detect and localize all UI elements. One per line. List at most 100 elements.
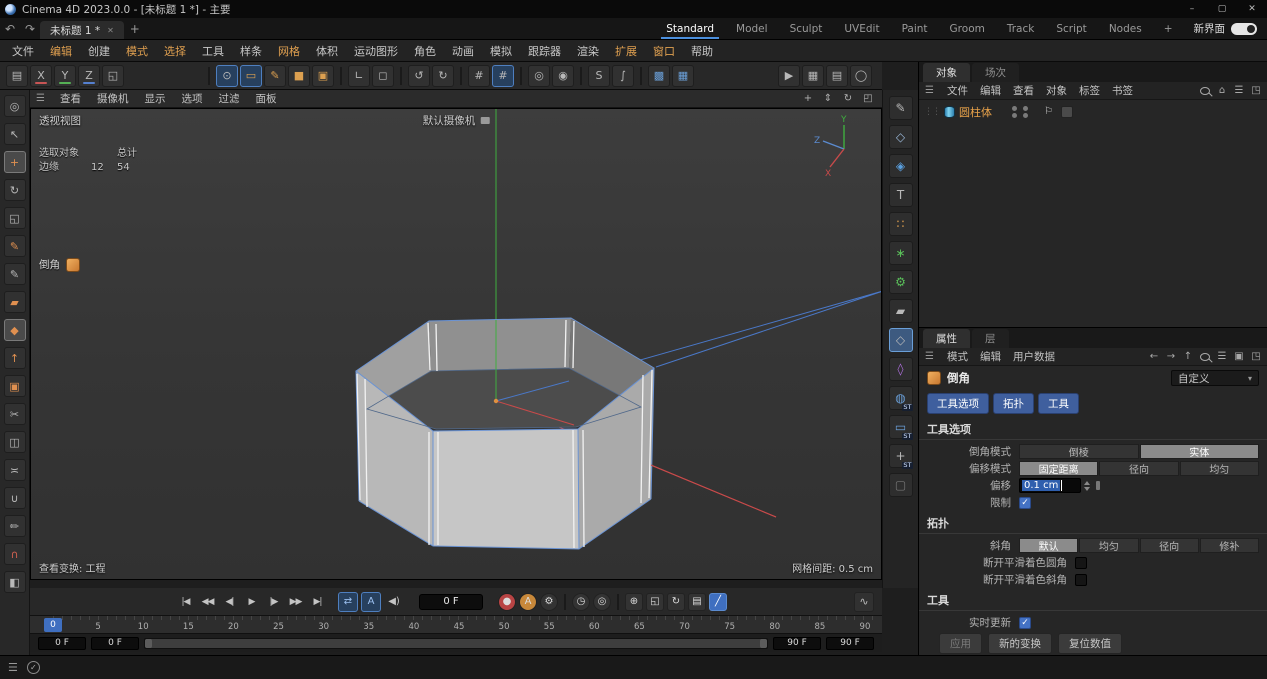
target-icon[interactable]: ◎ [528, 65, 550, 87]
layout-tab-paint[interactable]: Paint [891, 18, 939, 39]
am-filter-icon[interactable]: ☰ [1217, 351, 1227, 362]
scale-tool-icon[interactable]: ◱ [4, 207, 26, 229]
rotate-tool-icon[interactable]: ↻ [4, 179, 26, 201]
record-position-button[interactable]: ⊕ [625, 593, 643, 611]
play-button[interactable]: ▶ [242, 592, 261, 612]
axis-z-button[interactable]: Z [78, 65, 100, 87]
category-tool-button[interactable]: 工具 [1038, 393, 1079, 414]
clone-cubes-icon[interactable]: ▣ [312, 65, 334, 87]
target-dot-icon[interactable]: ◉ [552, 65, 574, 87]
om-home-icon[interactable]: ⌂ [1217, 85, 1227, 96]
menu-character[interactable]: 角色 [406, 43, 444, 59]
viewport-menu-display[interactable]: 显示 [137, 91, 174, 106]
menu-spline[interactable]: 样条 [232, 43, 270, 59]
live-selection-icon[interactable]: ↖ [4, 123, 26, 145]
move-tool-icon[interactable]: + [4, 151, 26, 173]
menu-render[interactable]: 渲染 [569, 43, 607, 59]
menu-help[interactable]: 帮助 [683, 43, 721, 59]
am-search-icon[interactable] [1200, 353, 1210, 361]
realtime-update-checkbox[interactable]: ✓ [1019, 617, 1031, 629]
document-tab[interactable]: 未标题 1 * ✕ [40, 21, 124, 39]
undo-button[interactable]: ↶ [0, 18, 20, 39]
mograph-icon[interactable]: ∗ [889, 241, 913, 265]
layout-tab-standard[interactable]: Standard [655, 18, 725, 39]
record-rotation-button[interactable]: ↻ [667, 593, 685, 611]
axis-workplane-icon[interactable]: ◊ [889, 357, 913, 381]
magnet-icon[interactable]: ∩ [4, 543, 26, 565]
offset-mode-fixed[interactable]: 固定距离 [1019, 461, 1098, 476]
loop-cut-icon[interactable]: ◫ [4, 431, 26, 453]
layout-tab-add[interactable]: + [1153, 18, 1184, 39]
editor-visibility-dots[interactable] [1012, 106, 1017, 118]
mirror-icon[interactable]: ◧ [4, 571, 26, 593]
reset-values-button[interactable]: 复位数值 [1058, 633, 1122, 654]
view-label[interactable]: 透视视图 [39, 113, 81, 128]
viewport-menu-view[interactable]: 查看 [52, 91, 89, 106]
minimize-button[interactable]: – [1177, 0, 1207, 18]
status-menu-icon[interactable]: ☰ [8, 661, 18, 674]
render-settings-icon[interactable]: ◯ [850, 65, 872, 87]
simulation-gear-icon[interactable]: ⚙ [889, 270, 913, 294]
om-menu-bookmarks[interactable]: 书签 [1106, 83, 1139, 98]
render-visibility-dots[interactable] [1023, 106, 1028, 118]
redo-button[interactable]: ↷ [20, 18, 40, 39]
spline-smooth-icon[interactable]: S [588, 65, 610, 87]
record-scale-button[interactable]: ◱ [646, 593, 664, 611]
goto-start-button[interactable]: |◀ [176, 592, 195, 612]
slider-handle[interactable] [1096, 481, 1100, 490]
object-tree[interactable]: ⋮⋮ 圆柱体 ⚐ [919, 100, 1267, 327]
viewport-menu-panel[interactable]: 面板 [248, 91, 285, 106]
viewport-menu-options[interactable]: 选项 [174, 91, 211, 106]
am-menu-userdata[interactable]: 用户数据 [1007, 349, 1061, 364]
toolbar-icon[interactable] [340, 67, 342, 85]
prev-key-button[interactable]: ◀◀ [198, 592, 217, 612]
brush-icon[interactable]: ✏ [4, 515, 26, 537]
axis-y-button[interactable]: Y [54, 65, 76, 87]
timeline-ruler[interactable]: 051015202530354045505560657075808590 0 [30, 616, 882, 634]
current-frame-field[interactable]: 0 F [419, 594, 483, 610]
make-editable-icon[interactable]: ✎ [889, 96, 913, 120]
menu-tools[interactable]: 工具 [194, 43, 232, 59]
workplane-icon[interactable]: ◻ [372, 65, 394, 87]
cube-primitive-icon[interactable]: ■ [288, 65, 310, 87]
am-lock-icon[interactable]: ▣ [1234, 351, 1244, 362]
axis-x-button[interactable]: X [30, 65, 52, 87]
render-picture-viewer-icon[interactable]: ▦ [802, 65, 824, 87]
preset-dropdown[interactable]: 自定义 ▾ [1171, 370, 1259, 386]
layout-tab-groom[interactable]: Groom [939, 18, 996, 39]
snap-axis-icon[interactable]: + ST [889, 444, 913, 468]
next-frame-button[interactable]: |▶ [264, 592, 283, 612]
autokey-mini-toggle[interactable]: A [361, 592, 381, 612]
time-mode-button[interactable]: ◷ [572, 593, 590, 611]
offset-mode-radial[interactable]: 径向 [1099, 461, 1178, 476]
am-menu-mode[interactable]: 模式 [941, 349, 974, 364]
camera-label[interactable]: 默认摄像机 [423, 113, 490, 128]
am-menu-icon[interactable]: ☰ [925, 351, 941, 362]
volume-builder-icon[interactable]: ▩ [648, 65, 670, 87]
project-start-field[interactable]: 0 F [38, 637, 86, 650]
om-menu-tags[interactable]: 标签 [1073, 83, 1106, 98]
om-menu-file[interactable]: 文件 [941, 83, 974, 98]
om-menu-view[interactable]: 查看 [1007, 83, 1040, 98]
bevel-tool-icon[interactable]: ◆ [4, 319, 26, 341]
om-filter-icon[interactable]: ☰ [1234, 85, 1244, 96]
record-parameter-button[interactable]: ▤ [688, 593, 706, 611]
am-popout-icon[interactable]: ◳ [1251, 351, 1261, 362]
flag-tag-icon[interactable]: ⚐ [1044, 106, 1053, 117]
bevel-mode-chamfer[interactable]: 倒棱 [1019, 444, 1139, 459]
menu-mesh[interactable]: 网格 [270, 43, 308, 59]
drag-grip-icon[interactable]: ⋮⋮ [924, 107, 940, 117]
close-tab-icon[interactable]: ✕ [107, 26, 114, 35]
om-popout-icon[interactable]: ◳ [1251, 85, 1261, 96]
layout-tab-uvedit[interactable]: UVEdit [833, 18, 890, 39]
point-mode-icon[interactable]: ∷ [889, 212, 913, 236]
layout-tab-track[interactable]: Track [996, 18, 1045, 39]
goto-end-button[interactable]: ▶| [308, 592, 327, 612]
extrude-icon[interactable]: ↑ [4, 347, 26, 369]
object-name[interactable]: 圆柱体 [959, 104, 992, 120]
weld-icon[interactable]: ∪ [4, 487, 26, 509]
offset-input[interactable]: 0.1 cm [1019, 478, 1081, 493]
menu-tracker[interactable]: 跟踪器 [520, 43, 569, 59]
volume-mesher-icon[interactable]: ▦ [672, 65, 694, 87]
autokeying-button[interactable]: A [519, 593, 537, 611]
